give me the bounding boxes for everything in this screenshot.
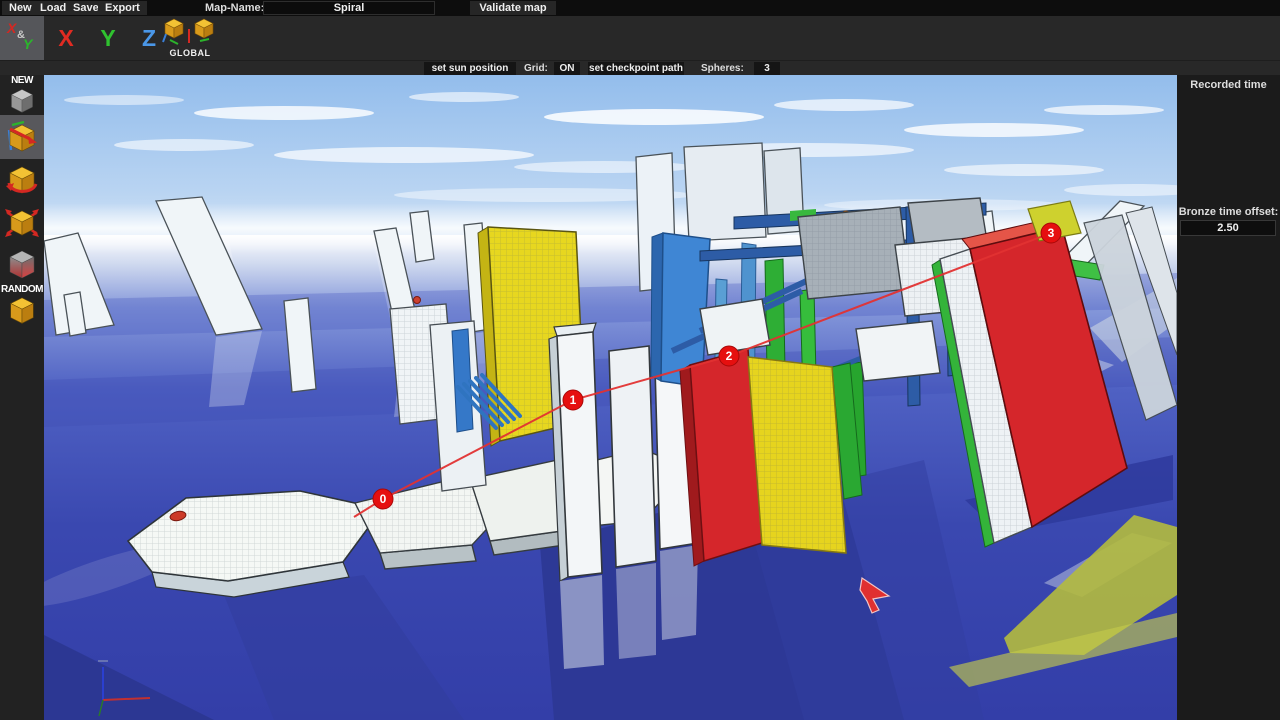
delete-tool-button[interactable] (0, 245, 44, 285)
global-label: GLOBAL (160, 48, 220, 58)
axis-y-button[interactable]: Y (91, 16, 125, 60)
right-panel: Recorded time Bronze time offset: (1177, 75, 1280, 720)
grid-label: Grid: (524, 62, 548, 75)
bronze-time-offset-input[interactable] (1180, 220, 1276, 236)
svg-text:0: 0 (380, 492, 387, 506)
spheres-label: Spheres: (701, 62, 744, 75)
axis-xy-button[interactable]: X & Y (0, 16, 44, 60)
random-block-label: RANDOM (0, 284, 44, 295)
set-checkpoint-path-button[interactable]: set checkpoint path (588, 62, 684, 75)
svg-text:2: 2 (726, 349, 733, 363)
map-name-input[interactable] (263, 1, 435, 15)
new-block-button[interactable]: NEW (0, 75, 44, 115)
checkpoint-marker-2[interactable]: 2 (719, 346, 739, 366)
random-cube-icon (5, 295, 39, 327)
rotate-tool-button[interactable] (0, 161, 44, 203)
sphere-pickup[interactable] (414, 297, 421, 304)
axis-xy-y-label: Y (23, 36, 32, 52)
new-block-label: NEW (0, 75, 44, 86)
move-tool-icon (4, 117, 40, 157)
left-toolbar: NEW (0, 75, 44, 720)
spheres-count-field[interactable]: 3 (754, 62, 780, 75)
bronze-time-offset-label: Bronze time offset: (1177, 206, 1280, 218)
global-mode-button[interactable]: GLOBAL (160, 16, 220, 60)
export-button[interactable]: Export (98, 1, 147, 15)
axis-x-button[interactable]: X (49, 16, 83, 60)
delete-cube-icon (5, 247, 39, 283)
grid-toggle-button[interactable]: ON (554, 62, 580, 75)
checkpoint-marker-0[interactable]: 0 (373, 489, 393, 509)
rotate-tool-icon (4, 162, 40, 200)
viewport-3d-scene[interactable]: 0 1 2 3 (44, 75, 1177, 720)
recorded-time-label: Recorded time (1177, 79, 1280, 91)
scale-tool-button[interactable] (0, 203, 44, 243)
global-cubes-icon (162, 17, 218, 47)
axis-xy-x-label: X (7, 20, 16, 36)
svg-text:3: 3 (1048, 226, 1055, 240)
menubar: New Load Save Export Map-Name: Validate … (0, 0, 1280, 16)
view-options-bar: set sun position Grid: ON set checkpoint… (0, 60, 1280, 75)
set-sun-position-button[interactable]: set sun position (424, 62, 516, 75)
svg-text:1: 1 (570, 393, 577, 407)
move-tool-button[interactable] (0, 115, 44, 159)
axis-toolbar: X & Y X Y Z GLOBAL (0, 16, 1280, 60)
new-cube-icon (6, 86, 38, 114)
scale-tool-icon (4, 204, 40, 242)
checkpoint-marker-3[interactable]: 3 (1041, 223, 1061, 243)
checkpoint-marker-1[interactable]: 1 (563, 390, 583, 410)
validate-map-button[interactable]: Validate map (470, 1, 556, 15)
random-block-button[interactable]: RANDOM (0, 284, 44, 334)
map-name-label: Map-Name: (205, 2, 264, 14)
